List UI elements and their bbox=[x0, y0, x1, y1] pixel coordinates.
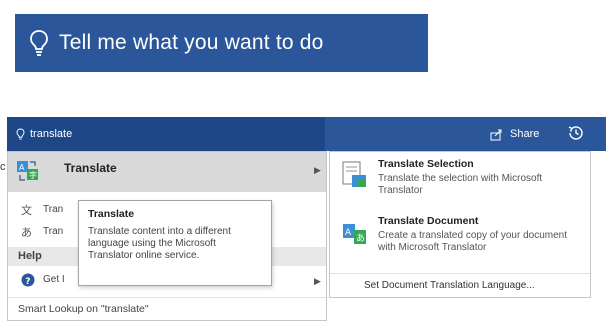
translate-tooltip: Translate Translate content into a diffe… bbox=[78, 200, 272, 286]
list-item-label: Get I bbox=[43, 274, 65, 285]
translate-icon: A 字 bbox=[17, 161, 38, 181]
svg-text:?: ? bbox=[25, 277, 30, 287]
share-label: Share bbox=[510, 128, 540, 140]
chevron-right-icon: ▶ bbox=[314, 165, 321, 175]
translate-document-title: Translate Document bbox=[378, 215, 479, 227]
translate-icon: あ bbox=[21, 226, 32, 239]
tell-me-text: Tell me what you want to do bbox=[59, 31, 324, 54]
list-item-label: Tran bbox=[43, 204, 64, 215]
document-edge-text: c bbox=[0, 161, 6, 173]
menu-item-translate-label: Translate bbox=[64, 161, 117, 175]
svg-text:A: A bbox=[19, 163, 25, 172]
smart-lookup-item[interactable]: Smart Lookup on "translate" bbox=[8, 297, 326, 319]
translate-selection-item[interactable]: Translate Selection Translate the select… bbox=[330, 152, 590, 210]
help-icon: ? bbox=[21, 273, 35, 287]
svg-text:あ: あ bbox=[356, 233, 365, 244]
share-icon bbox=[490, 129, 502, 140]
svg-text:A: A bbox=[345, 228, 352, 238]
chevron-right-icon: ▶ bbox=[314, 276, 321, 286]
lightbulb-icon bbox=[30, 30, 48, 56]
tell-me-banner[interactable]: Tell me what you want to do bbox=[15, 14, 428, 72]
translate-document-icon: A あ bbox=[343, 224, 366, 244]
tell-me-search-input[interactable]: translate bbox=[7, 117, 325, 151]
lightbulb-icon bbox=[16, 127, 25, 139]
history-icon[interactable] bbox=[566, 123, 586, 143]
svg-text:字: 字 bbox=[29, 170, 37, 180]
translate-selection-desc: Translate the selection with Microsoft T… bbox=[378, 173, 543, 196]
tooltip-body: Translate content into a different langu… bbox=[88, 226, 231, 261]
svg-text:あ: あ bbox=[21, 226, 32, 239]
translate-selection-title: Translate Selection bbox=[378, 158, 474, 170]
translate-document-desc: Create a translated copy of your documen… bbox=[378, 230, 567, 253]
list-item-label: Tran bbox=[43, 226, 64, 237]
translate-document-item[interactable]: A あ Translate Document Create a translat… bbox=[330, 210, 590, 272]
tooltip-title: Translate bbox=[88, 208, 135, 220]
translate-icon: 文 bbox=[21, 203, 32, 217]
menu-item-translate[interactable]: A 字 Translate ▶ bbox=[8, 152, 326, 192]
set-translation-language-item[interactable]: Set Document Translation Language... bbox=[330, 273, 590, 297]
search-value: translate bbox=[30, 128, 73, 140]
translate-selection-icon bbox=[342, 161, 366, 187]
translate-submenu: Translate Selection Translate the select… bbox=[329, 151, 591, 298]
svg-text:文: 文 bbox=[21, 203, 32, 217]
share-button[interactable]: Share bbox=[490, 125, 539, 143]
